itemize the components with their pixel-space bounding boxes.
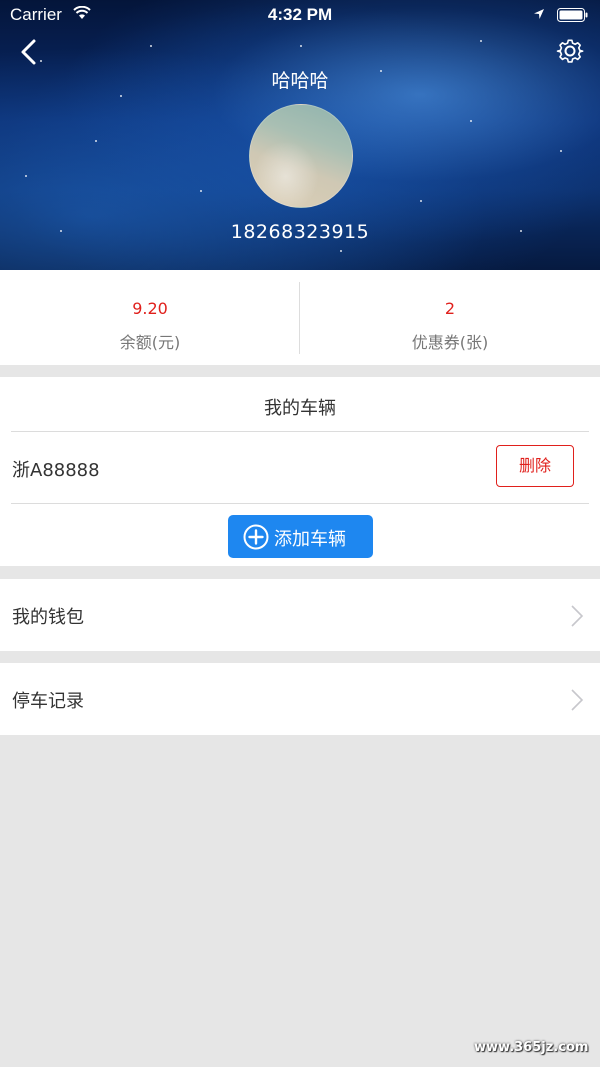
divider — [11, 503, 589, 504]
delete-vehicle-button[interactable]: 删除 — [496, 445, 574, 487]
menu-item-label: 停车记录 — [12, 691, 84, 712]
chevron-right-icon — [571, 689, 584, 711]
coupons-value: 2 — [444, 299, 456, 318]
balance-stat[interactable]: 9.20 余额(元) — [0, 270, 300, 365]
chevron-right-icon — [571, 605, 584, 627]
coupons-label: 优惠券(张) — [411, 333, 489, 352]
status-bar: Carrier 4:32 PM — [0, 0, 600, 30]
add-vehicle-button[interactable]: 添加车辆 — [228, 515, 373, 558]
menu-item-wallet[interactable]: 我的钱包 — [0, 579, 600, 651]
my-vehicles-section: 我的车辆 浙A88888 删除 添加车辆 — [0, 377, 600, 566]
back-chevron-icon[interactable] — [16, 38, 40, 66]
menu-item-label: 我的钱包 — [12, 607, 84, 628]
profile-header: Carrier 4:32 PM 哈哈哈 18268323915 — [0, 0, 600, 270]
plus-circle-icon — [243, 524, 269, 550]
vehicle-plate: 浙A88888 — [12, 460, 100, 481]
balance-value: 9.20 — [132, 299, 168, 318]
add-vehicle-label: 添加车辆 — [274, 529, 346, 550]
menu-item-parking-records[interactable]: 停车记录 — [0, 663, 600, 735]
balance-label: 余额(元) — [119, 333, 181, 352]
avatar[interactable] — [249, 104, 353, 208]
section-title: 我的车辆 — [264, 398, 336, 419]
username: 哈哈哈 — [271, 70, 329, 92]
account-stats: 9.20 余额(元) 2 优惠券(张) — [0, 270, 600, 365]
divider — [11, 431, 589, 432]
watermark: www.365jz.com — [474, 1040, 589, 1055]
clock: 4:32 PM — [267, 5, 333, 24]
gear-icon[interactable] — [556, 37, 584, 65]
location-arrow-icon — [534, 9, 544, 19]
battery-icon — [557, 8, 588, 22]
phone-number: 18268323915 — [230, 221, 370, 243]
coupons-stat[interactable]: 2 优惠券(张) — [300, 270, 600, 365]
